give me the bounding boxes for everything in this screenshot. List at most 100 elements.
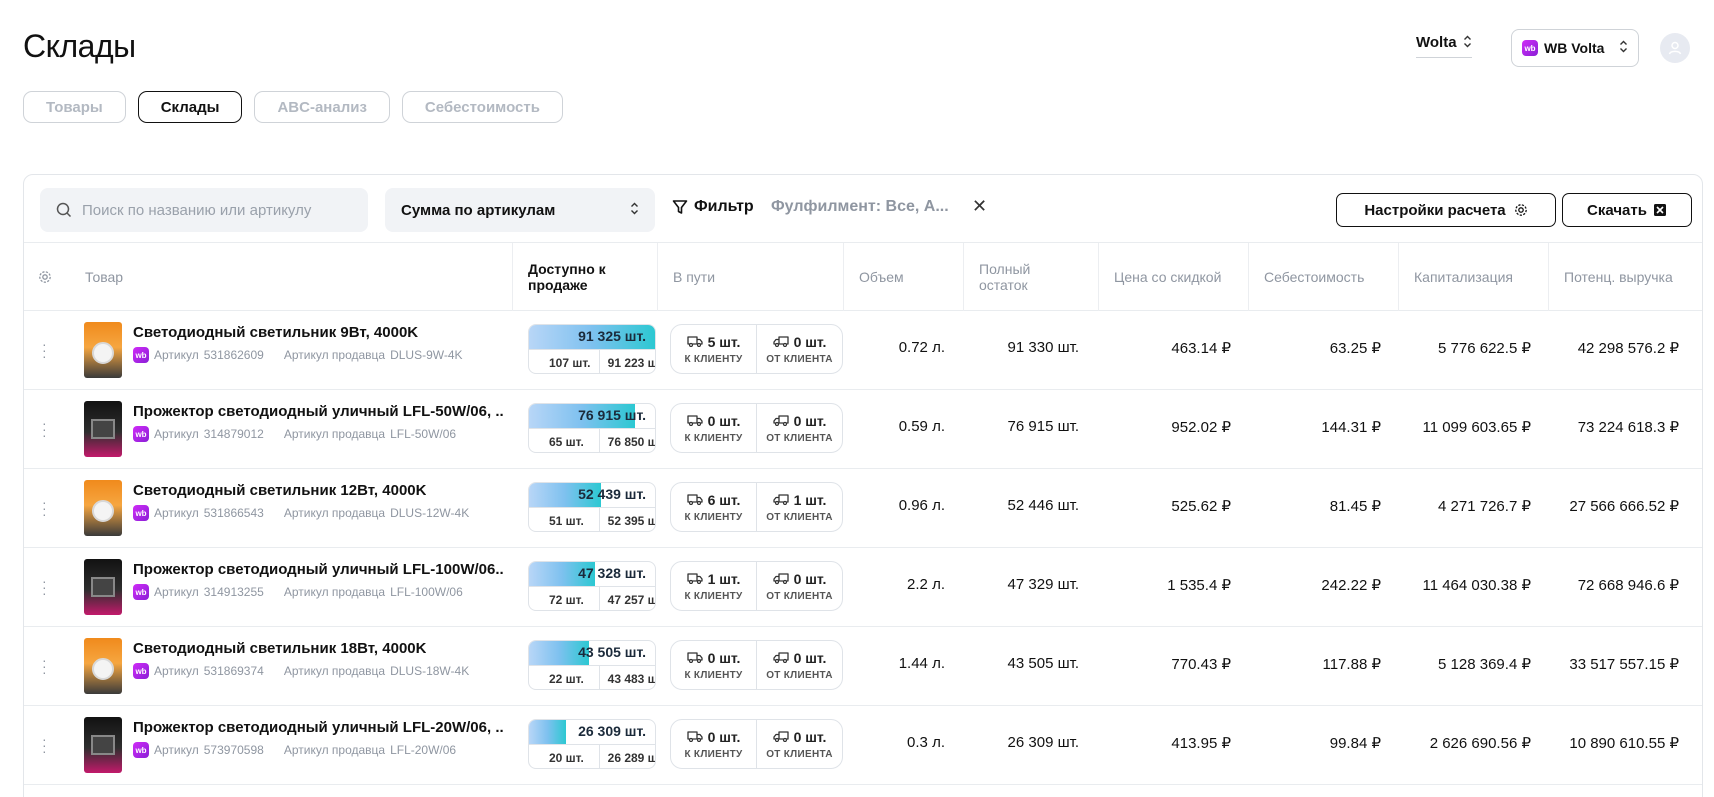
from-client-cell[interactable]: 0 шт. ОТ КЛИЕНТА (757, 325, 842, 373)
more-vertical-icon[interactable]: · · · (42, 732, 47, 758)
tab-cost-price[interactable]: Себестоимость (401, 91, 563, 123)
volume-value: 0.59 л. (898, 418, 945, 435)
full-stock-value: 91 330 шт. (1007, 339, 1079, 356)
column-in-transit[interactable]: В пути (657, 243, 843, 311)
full-stock-value: 52 446 шт. (1007, 497, 1079, 514)
filter-button[interactable]: Фильтр (672, 198, 754, 216)
available-cell[interactable]: 52 439 шт. 51 шт. 52 395 шт. (528, 482, 656, 532)
tab-warehouses[interactable]: Склады (137, 91, 243, 123)
product-thumbnail[interactable] (84, 322, 122, 378)
product-thumbnail[interactable] (84, 559, 122, 615)
more-vertical-icon[interactable]: · · · (42, 337, 47, 363)
article-number[interactable]: 531869374 (204, 664, 264, 678)
column-volume[interactable]: Объем (843, 243, 963, 311)
table-row[interactable]: · · · Светодиодный светильник 12Вт, 4000K wb… (24, 469, 1702, 548)
from-client-label: ОТ КЛИЕНТА (766, 432, 833, 444)
to-client-cell[interactable]: 0 шт. К КЛИЕНТУ (671, 641, 757, 689)
from-client-count: 0 шт. (793, 333, 827, 350)
column-potential-revenue[interactable]: Потенц. выручка (1548, 243, 1702, 311)
product-name[interactable]: Светодиодный светильник 12Вт, 4000K (133, 482, 426, 499)
calc-settings-button[interactable]: Настройки расчета (1336, 193, 1556, 227)
article-number[interactable]: 314879012 (204, 427, 264, 441)
product-name[interactable]: Прожектор светодиодный уличный LFL-100W/… (133, 561, 503, 578)
to-client-label: К КЛИЕНТУ (684, 511, 743, 523)
truck-from-client-icon (772, 571, 789, 587)
product-thumbnail[interactable] (84, 401, 122, 457)
from-client-label: ОТ КЛИЕНТА (766, 590, 833, 602)
aggregation-select[interactable]: Сумма по артикулам (385, 188, 655, 232)
more-vertical-icon[interactable]: · · · (42, 495, 47, 521)
full-stock-value: 26 309 шт. (1007, 734, 1079, 751)
article-number[interactable]: 531866543 (204, 506, 264, 520)
column-available[interactable]: Доступно к продаже (512, 243, 657, 311)
product-name[interactable]: Прожектор светодиодный уличный LFL-50W/0… (133, 403, 503, 420)
chevron-updown-icon (1463, 35, 1472, 51)
user-avatar[interactable] (1660, 33, 1690, 63)
available-cell[interactable]: 26 309 шт. 20 шт. 26 289 шт. (528, 719, 656, 769)
from-client-cell[interactable]: 1 шт. ОТ КЛИЕНТА (757, 483, 842, 531)
article-number[interactable]: 573970598 (204, 743, 264, 757)
filter-summary[interactable]: Фулфилмент: Все, А... (771, 198, 949, 216)
article-number[interactable]: 314913255 (204, 585, 264, 599)
column-settings-icon[interactable] (38, 243, 52, 311)
product-name[interactable]: Прожектор светодиодный уличный LFL-20W/0… (133, 719, 503, 736)
account-select-label: WB Volta (1544, 40, 1605, 56)
to-client-cell[interactable]: 1 шт. К КЛИЕНТУ (671, 562, 757, 610)
to-client-cell[interactable]: 0 шт. К КЛИЕНТУ (671, 404, 757, 452)
capitalization-value: 5 776 622.5 ₽ (1438, 340, 1531, 357)
table-row[interactable]: · · · Прожектор светодиодный уличный LFL-10… (24, 548, 1702, 627)
truck-to-client-icon (686, 650, 703, 666)
tab-abc-analysis[interactable]: ABC-анализ (254, 91, 390, 123)
available-reserved: 22 шт. (529, 666, 600, 689)
download-button[interactable]: Скачать (1562, 193, 1692, 227)
product-name[interactable]: Светодиодный светильник 18Вт, 4000K (133, 640, 426, 657)
to-client-count: 0 шт. (707, 728, 741, 745)
section-tabs: Товары Склады ABC-анализ Себестоимость (23, 91, 563, 123)
volume-value: 0.96 л. (898, 497, 945, 514)
chevron-updown-icon (630, 202, 639, 218)
available-cell[interactable]: 43 505 шт. 22 шт. 43 483 шт. (528, 640, 656, 690)
column-full-stock[interactable]: Полный остаток (963, 243, 1098, 311)
product-thumbnail[interactable] (84, 480, 122, 536)
table-row[interactable]: · · · Светодиодный светильник 18Вт, 4000K wb… (24, 627, 1702, 706)
to-client-count: 5 шт. (707, 333, 741, 350)
from-client-cell[interactable]: 0 шт. ОТ КЛИЕНТА (757, 720, 842, 768)
column-product[interactable]: Товар (85, 243, 123, 311)
from-client-cell[interactable]: 0 шт. ОТ КЛИЕНТА (757, 562, 842, 610)
tab-products[interactable]: Товары (23, 91, 126, 123)
article-number[interactable]: 531862609 (204, 348, 264, 362)
to-client-cell[interactable]: 0 шт. К КЛИЕНТУ (671, 720, 757, 768)
to-client-cell[interactable]: 6 шт. К КЛИЕНТУ (671, 483, 757, 531)
close-icon[interactable]: ✕ (972, 196, 987, 217)
table-row[interactable]: · · · Светодиодный светильник 9Вт, 4000K wb А… (24, 311, 1702, 390)
from-client-cell[interactable]: 0 шт. ОТ КЛИЕНТА (757, 404, 842, 452)
account-select[interactable]: wb WB Volta (1511, 29, 1639, 67)
cost-value: 117.88 ₽ (1322, 656, 1381, 673)
more-vertical-icon[interactable]: · · · (42, 653, 47, 679)
org-select[interactable]: Wolta (1416, 34, 1472, 58)
in-transit-cell: 0 шт. К КЛИЕНТУ 0 шт. ОТ КЛИЕНТА (670, 719, 843, 769)
available-cell[interactable]: 91 325 шт. 107 шт. 91 223 шт. (528, 324, 656, 374)
truck-from-client-icon (772, 413, 789, 429)
column-capitalization[interactable]: Капитализация (1398, 243, 1548, 311)
available-total: 43 505 шт. (578, 644, 646, 660)
from-client-cell[interactable]: 0 шт. ОТ КЛИЕНТА (757, 641, 842, 689)
product-thumbnail[interactable] (84, 638, 122, 694)
in-transit-cell: 0 шт. К КЛИЕНТУ 0 шт. ОТ КЛИЕНТА (670, 403, 843, 453)
column-price[interactable]: Цена со скидкой (1098, 243, 1248, 311)
product-meta: wb Артикул 531869374 Артикул продавца DLUS-1… (133, 663, 469, 679)
column-cost[interactable]: Себестоимость (1248, 243, 1398, 311)
table-row[interactable]: · · · Прожектор светодиодный уличный LFL-50… (24, 390, 1702, 469)
to-client-cell[interactable]: 5 шт. К КЛИЕНТУ (671, 325, 757, 373)
product-thumbnail[interactable] (84, 717, 122, 773)
available-cell[interactable]: 47 328 шт. 72 шт. 47 257 шт. (528, 561, 656, 611)
article-prefix: Артикул (154, 664, 199, 678)
more-vertical-icon[interactable]: · · · (42, 416, 47, 442)
potential-revenue-value: 42 298 576.2 ₽ (1577, 340, 1679, 357)
available-cell[interactable]: 76 915 шт. 65 шт. 76 850 шт. (528, 403, 656, 453)
product-name[interactable]: Светодиодный светильник 9Вт, 4000K (133, 324, 418, 341)
table-row[interactable]: · · · Прожектор светодиодный уличный LFL-20… (24, 706, 1702, 785)
search-input[interactable] (82, 201, 342, 219)
available-free: 43 483 шт. (607, 671, 655, 686)
more-vertical-icon[interactable]: · · · (42, 574, 47, 600)
